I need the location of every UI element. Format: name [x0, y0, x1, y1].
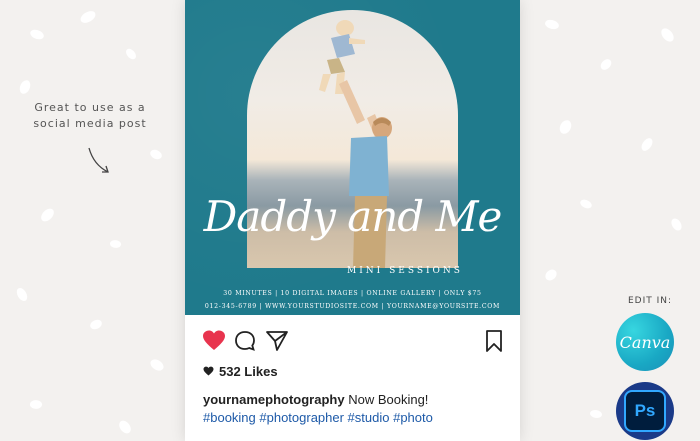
details-line2: 012-345-6789 | WWW.YOURSTUDIOSITE.COM | …: [204, 303, 501, 310]
edit-in-label: EDIT IN:: [627, 296, 673, 306]
heart-icon[interactable]: [202, 329, 226, 353]
canva-logo-text: Canva: [619, 332, 671, 352]
post-details: 30 MINUTES | 10 DIGITAL IMAGES | ONLINE …: [185, 287, 520, 313]
likes-label: 532 Likes: [219, 364, 278, 379]
likes-count: 532 Likes: [203, 364, 278, 379]
promo-note-line2: social media post: [33, 117, 147, 130]
post-title: Daddy and Me: [203, 192, 503, 241]
instagram-post-card: Daddy and Me MINI SESSIONS 30 MINUTES | …: [185, 0, 520, 441]
photoshop-logo-text: Ps: [634, 401, 656, 420]
comment-icon[interactable]: [233, 329, 257, 353]
bookmark-icon[interactable]: [482, 329, 506, 353]
caption-username[interactable]: yournamephotography: [203, 392, 345, 407]
post-subtitle: MINI SESSIONS: [347, 266, 463, 276]
promo-note: Great to use as a social media post: [30, 100, 150, 132]
caption-text: Now Booking!: [348, 392, 429, 407]
canva-logo[interactable]: Canva: [616, 313, 674, 371]
post-actions-bar: [185, 315, 520, 367]
curved-arrow-icon: [88, 147, 109, 173]
send-icon[interactable]: [265, 329, 289, 353]
post-caption: yournamephotography Now Booking! #bookin…: [203, 391, 513, 427]
small-heart-icon: [203, 366, 214, 376]
promo-note-line1: Great to use as a: [34, 101, 146, 114]
caption-hashtags[interactable]: #booking #photographer #studio #photo: [203, 410, 433, 425]
details-line1: 30 MINUTES | 10 DIGITAL IMAGES | ONLINE …: [223, 290, 482, 297]
photoshop-logo-mark: Ps: [624, 390, 666, 432]
post-image: Daddy and Me MINI SESSIONS 30 MINUTES | …: [185, 0, 520, 315]
photoshop-logo[interactable]: Ps: [616, 382, 674, 440]
